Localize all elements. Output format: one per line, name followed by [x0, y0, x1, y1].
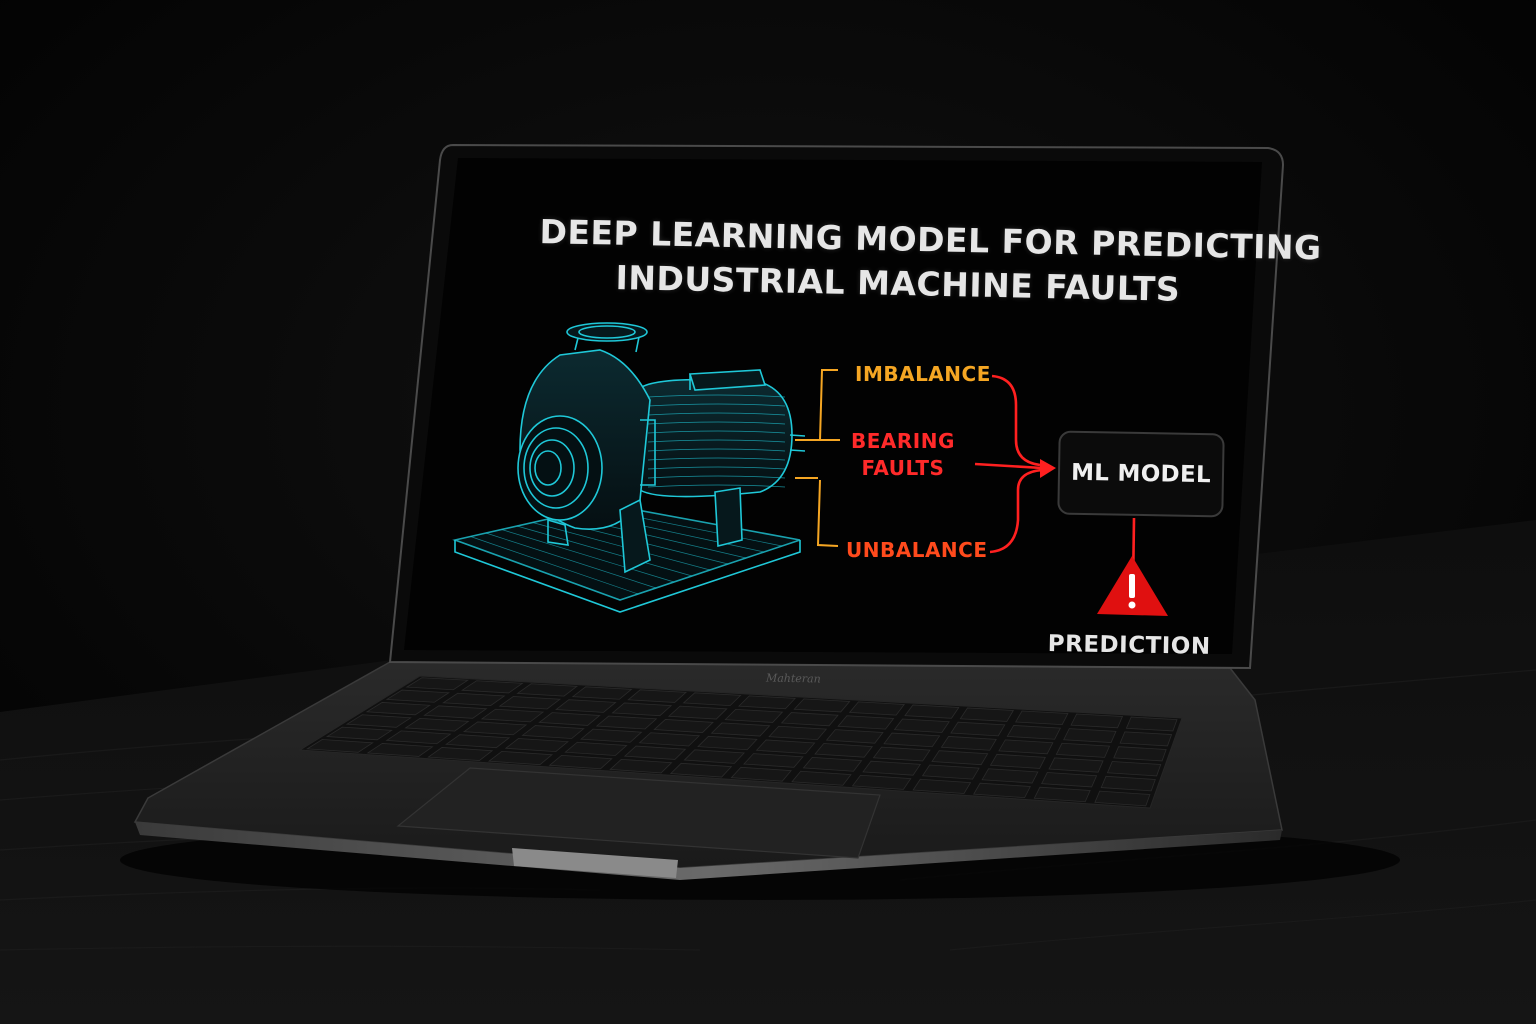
screen-content: DEEP LEARNING MODEL FOR PREDICTING INDUS…	[0, 0, 1536, 1024]
ml-model-box: ML MODEL	[1057, 430, 1225, 518]
fault-label-bearing-faults: BEARING FAULTS	[851, 429, 955, 480]
fault-label-imbalance: IMBALANCE	[855, 362, 991, 386]
prediction-label: PREDICTION	[1047, 631, 1211, 660]
ml-model-label: ML MODEL	[1070, 459, 1212, 489]
fault-label-unbalance: UNBALANCE	[846, 538, 988, 562]
laptop-brand: Mahteran	[765, 671, 821, 686]
screen-title-line-2: INDUSTRIAL MACHINE FAULTS	[615, 258, 1181, 309]
scene: DEEP LEARNING MODEL FOR PREDICTING INDUS…	[0, 0, 1536, 1024]
